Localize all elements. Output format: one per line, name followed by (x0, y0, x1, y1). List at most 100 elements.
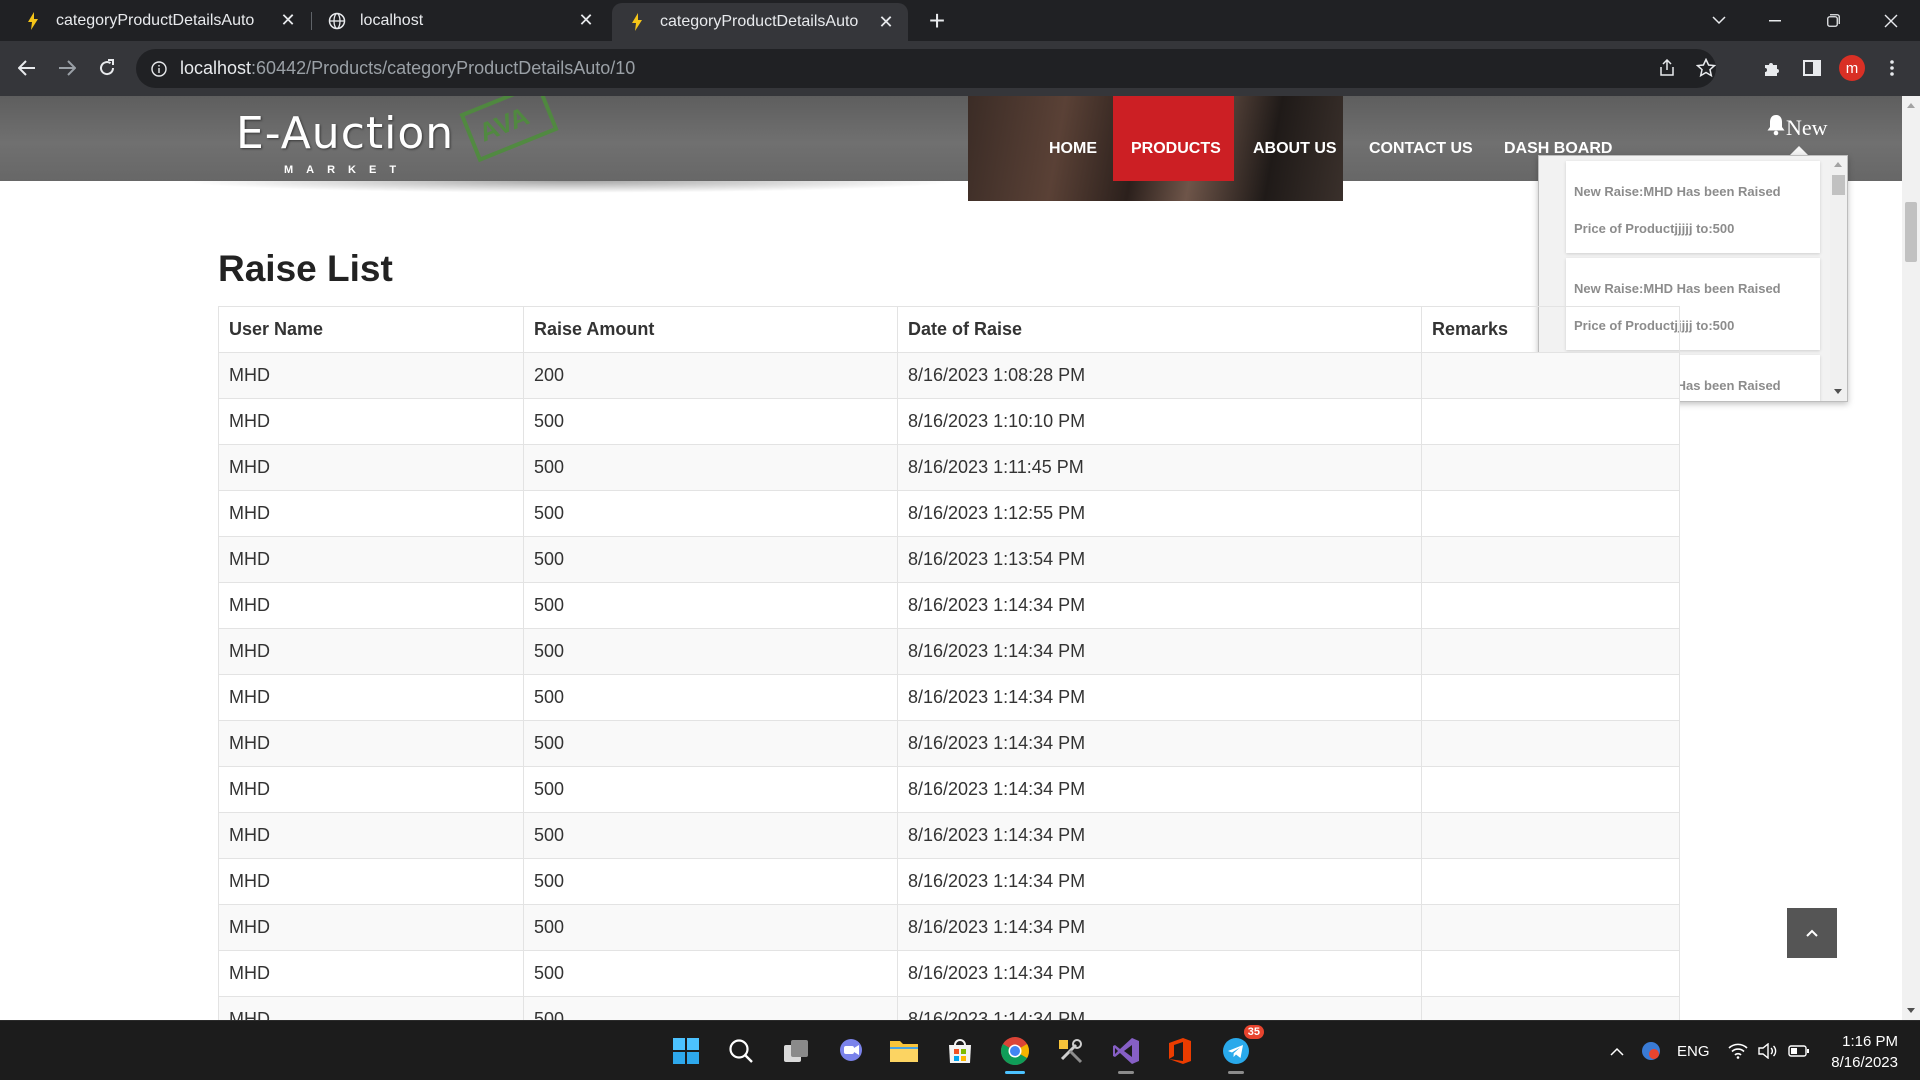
file-explorer-icon[interactable] (884, 1031, 924, 1071)
notification-toggle[interactable]: New (1766, 114, 1828, 142)
office-icon[interactable] (1160, 1031, 1200, 1071)
table-row: MHD 500 8/16/2023 1:14:34 PM (218, 720, 1680, 767)
security-tray-icon[interactable] (1640, 1021, 1662, 1081)
cell-remarks (1421, 858, 1680, 905)
column-header: Remarks (1421, 306, 1680, 353)
store-icon[interactable] (940, 1031, 980, 1071)
notification-scrollbar[interactable] (1830, 156, 1847, 401)
task-view-icon[interactable] (776, 1031, 816, 1071)
extensions-puzzle-icon[interactable] (1756, 52, 1788, 84)
cell-date-of-raise: 8/16/2023 1:14:34 PM (897, 858, 1422, 905)
nav-contact-us[interactable]: CONTACT US (1369, 140, 1473, 158)
new-tab-button[interactable]: + (922, 5, 952, 36)
bolt-icon (24, 11, 42, 30)
nav-about-us[interactable]: ABOUT US (1253, 140, 1337, 158)
cell-remarks (1421, 674, 1680, 721)
chat-icon[interactable] (831, 1031, 871, 1071)
telegram-icon[interactable]: 35 (1216, 1025, 1264, 1071)
cell-user-name: MHD (218, 582, 524, 629)
raise-list-table: User Name Raise Amount Date of Raise Rem… (218, 306, 1680, 1020)
nav-home[interactable]: HOME (1049, 140, 1097, 158)
kebab-menu-icon[interactable] (1876, 52, 1908, 84)
cell-remarks (1421, 582, 1680, 629)
nav-products[interactable]: PRODUCTS (1131, 140, 1221, 158)
minimize-icon[interactable] (1750, 0, 1800, 41)
nav-active-highlight (1113, 96, 1234, 181)
wifi-icon[interactable] (1728, 1021, 1748, 1081)
tab-search-chevron-icon[interactable] (1694, 0, 1744, 41)
cell-raise-amount: 500 (523, 674, 898, 721)
side-panel-icon[interactable] (1796, 52, 1828, 84)
cell-remarks (1421, 904, 1680, 951)
search-icon[interactable] (721, 1031, 761, 1071)
cell-user-name: MHD (218, 628, 524, 675)
notification-item[interactable]: New Raise:MHD Has been Raised Price of P… (1566, 161, 1820, 253)
bookmark-star-icon[interactable] (1691, 53, 1721, 83)
system-clock[interactable]: 1:16 PM 8/16/2023 (1826, 1031, 1898, 1073)
site-logo[interactable]: E-Auction MARKET (236, 108, 454, 176)
site-info-icon[interactable] (150, 60, 168, 78)
volume-icon[interactable] (1758, 1021, 1778, 1081)
close-tab-icon[interactable]: ✕ (278, 10, 298, 31)
scroll-up-arrow-icon[interactable] (1907, 103, 1915, 108)
column-header: Raise Amount (523, 306, 898, 353)
chrome-icon[interactable] (995, 1031, 1035, 1071)
close-window-icon[interactable] (1866, 0, 1916, 41)
column-header: User Name (218, 306, 524, 353)
tab-2[interactable]: localhost ✕ (312, 0, 608, 41)
tab-title: categoryProductDetailsAuto (660, 13, 859, 30)
url-path: :60442/Products/categoryProductDetailsAu… (251, 58, 636, 78)
cell-remarks (1421, 950, 1680, 997)
chrome-active-indicator (1005, 1071, 1025, 1074)
table-row: MHD 500 8/16/2023 1:14:34 PM (218, 628, 1680, 675)
scrollbar-thumb[interactable] (1905, 202, 1917, 262)
table-row: MHD 500 8/16/2023 1:14:34 PM (218, 858, 1680, 905)
close-tab-icon[interactable]: ✕ (576, 10, 596, 31)
scroll-down-arrow-icon[interactable] (1907, 1008, 1915, 1013)
scroll-up-arrow-icon[interactable] (1834, 162, 1842, 167)
cell-user-name: MHD (218, 352, 524, 399)
scrollbar-thumb[interactable] (1832, 175, 1845, 195)
cell-raise-amount: 500 (523, 858, 898, 905)
cell-user-name: MHD (218, 398, 524, 445)
table-row: MHD 500 8/16/2023 1:12:55 PM (218, 490, 1680, 537)
browser-toolbar: localhost:60442/Products/categoryProduct… (0, 41, 1920, 96)
restore-icon[interactable] (1808, 0, 1858, 41)
bolt-icon (628, 13, 646, 31)
cell-raise-amount: 500 (523, 490, 898, 537)
show-hidden-icons-chevron-icon[interactable] (1610, 1021, 1624, 1081)
page-scrollbar[interactable] (1902, 96, 1920, 1020)
cell-remarks (1421, 812, 1680, 859)
scroll-to-top-button[interactable] (1787, 908, 1837, 958)
cell-date-of-raise: 8/16/2023 1:14:34 PM (897, 720, 1422, 767)
cell-date-of-raise: 8/16/2023 1:14:34 PM (897, 904, 1422, 951)
close-tab-icon[interactable]: ✕ (876, 12, 896, 32)
cell-user-name: MHD (218, 674, 524, 721)
profile-avatar[interactable]: m (1836, 52, 1868, 84)
cell-raise-amount: 500 (523, 996, 898, 1020)
back-arrow-icon[interactable] (11, 52, 43, 84)
reload-icon[interactable] (91, 52, 123, 84)
share-icon[interactable] (1652, 53, 1682, 83)
tab-1[interactable]: categoryProductDetailsAuto ✕ (8, 0, 310, 41)
start-icon[interactable] (666, 1031, 706, 1071)
table-header-row: User Name Raise Amount Date of Raise Rem… (218, 306, 1680, 353)
cell-raise-amount: 500 (523, 812, 898, 859)
cell-raise-amount: 500 (523, 950, 898, 997)
forward-arrow-icon[interactable] (51, 52, 83, 84)
cell-user-name: MHD (218, 812, 524, 859)
cell-date-of-raise: 8/16/2023 1:11:45 PM (897, 444, 1422, 491)
visual-studio-icon[interactable] (1106, 1031, 1146, 1071)
cell-date-of-raise: 8/16/2023 1:14:34 PM (897, 582, 1422, 629)
address-bar[interactable]: localhost:60442/Products/categoryProduct… (136, 49, 1716, 88)
table-row: MHD 500 8/16/2023 1:14:34 PM (218, 950, 1680, 997)
scroll-down-arrow-icon[interactable] (1834, 389, 1842, 394)
language-indicator[interactable]: ENG (1677, 1021, 1710, 1081)
page-title: Raise List (218, 248, 393, 289)
notification-line: Price of Productjjjjj to:500 (1574, 221, 1735, 236)
battery-icon[interactable] (1788, 1021, 1810, 1081)
tools-icon[interactable] (1050, 1031, 1090, 1071)
tab-3-active[interactable]: categoryProductDetailsAuto ✕ (612, 3, 908, 41)
cell-raise-amount: 500 (523, 720, 898, 767)
table-row: MHD 500 8/16/2023 1:10:10 PM (218, 398, 1680, 445)
